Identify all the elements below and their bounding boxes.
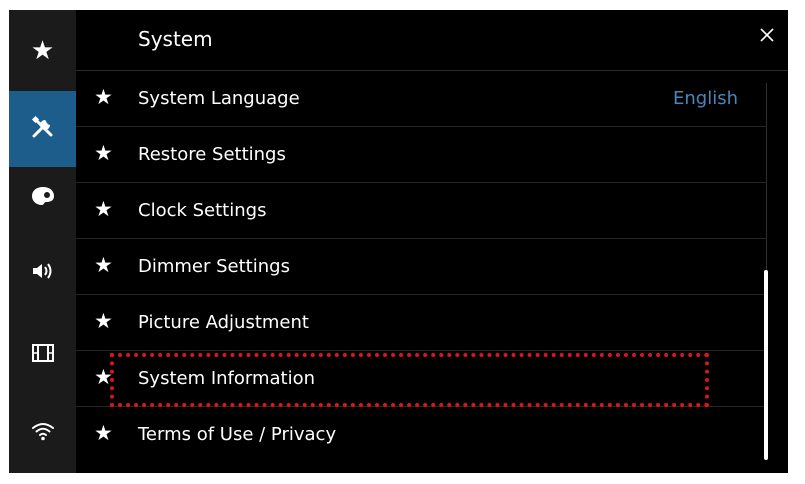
scrollbar-thumb[interactable]	[764, 270, 768, 460]
film-icon	[31, 344, 54, 366]
star-icon[interactable]: ★	[94, 87, 113, 108]
list-item-clock-settings[interactable]: ★ Clock Settings	[76, 183, 766, 239]
list-item-restore-settings[interactable]: ★ Restore Settings	[76, 127, 766, 183]
palette-icon	[31, 186, 55, 210]
sidebar-item-connectivity[interactable]	[9, 393, 76, 473]
close-icon	[759, 27, 775, 47]
sidebar-item-video[interactable]	[9, 317, 76, 393]
list-item-system-language[interactable]: ★ System Language English	[76, 71, 766, 127]
list-item-value: English	[673, 88, 738, 109]
wifi-icon	[31, 421, 55, 445]
list-item-label: Clock Settings	[138, 200, 267, 221]
star-icon[interactable]: ★	[94, 311, 113, 332]
star-icon[interactable]: ★	[94, 199, 113, 220]
speaker-icon	[31, 261, 55, 285]
page-title: System	[138, 27, 213, 51]
header: System	[76, 10, 788, 71]
sidebar-item-audio[interactable]	[9, 229, 76, 317]
list-item-dimmer-settings[interactable]: ★ Dimmer Settings	[76, 239, 766, 295]
list-item-label: Terms of Use / Privacy	[138, 424, 337, 445]
sidebar-item-theme[interactable]	[9, 167, 76, 229]
list-item-label: Restore Settings	[138, 144, 286, 165]
sidebar-item-favorites[interactable]: ★	[9, 10, 76, 91]
star-icon: ★	[30, 35, 55, 66]
scrollbar-track[interactable]	[766, 83, 767, 273]
tools-icon	[30, 114, 56, 144]
star-icon[interactable]: ★	[94, 143, 113, 164]
sidebar: ★	[9, 10, 76, 473]
close-button[interactable]	[754, 24, 780, 50]
list-item-label: System Language	[138, 88, 300, 109]
screen: ★ System ★ System Language English ★ Res…	[9, 10, 788, 473]
list-item-label: Dimmer Settings	[138, 256, 290, 277]
star-icon[interactable]: ★	[94, 255, 113, 276]
list-item-terms-of-use[interactable]: ★ Terms of Use / Privacy	[76, 407, 766, 462]
star-icon[interactable]: ★	[94, 423, 113, 444]
list-item-label: Picture Adjustment	[138, 312, 309, 333]
list-item-picture-adjustment[interactable]: ★ Picture Adjustment	[76, 295, 766, 351]
sidebar-item-settings[interactable]	[9, 91, 76, 167]
highlight-box	[110, 353, 709, 407]
